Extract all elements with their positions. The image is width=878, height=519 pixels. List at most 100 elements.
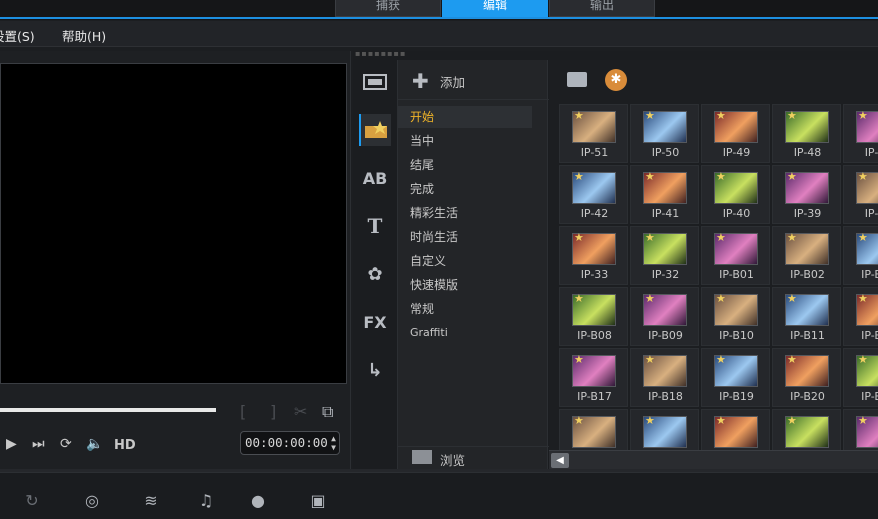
- star-icon: ★: [716, 231, 726, 244]
- template-thumbnail[interactable]: ★ IP-B17: [559, 348, 628, 407]
- record-capture-icon[interactable]: ◎: [80, 490, 104, 512]
- template-thumbnail[interactable]: ★ IP-38: [843, 165, 878, 224]
- template-label: IP-50: [651, 146, 680, 159]
- scrubber-track[interactable]: [0, 408, 216, 412]
- template-thumbnail[interactable]: ★ IP-B18: [630, 348, 699, 407]
- star-icon: ★: [716, 353, 726, 366]
- category-end[interactable]: 结尾: [398, 154, 532, 176]
- star-icon: ★: [645, 109, 655, 122]
- redo-icon[interactable]: ↻: [20, 490, 44, 512]
- tab-share[interactable]: 输出: [549, 0, 655, 17]
- accent-line: [0, 17, 878, 19]
- preview-screen: [0, 63, 347, 384]
- category-middle[interactable]: 当中: [398, 130, 532, 152]
- star-icon: ★: [787, 170, 797, 183]
- template-thumbnail[interactable]: ★ IP-B01: [701, 226, 770, 285]
- template-thumbnail[interactable]: ★ IP-B12: [843, 287, 878, 346]
- category-wonderful-life[interactable]: 精彩生活: [398, 202, 532, 224]
- play-icon[interactable]: ▶: [6, 436, 17, 452]
- template-thumbnail[interactable]: ★ IP-B21: [843, 348, 878, 407]
- menu-settings[interactable]: 设置(S): [0, 26, 35, 45]
- template-thumbnail[interactable]: ★ IP-B19: [701, 348, 770, 407]
- auto-music-icon[interactable]: ♫: [194, 490, 218, 512]
- filter-icon[interactable]: FX: [359, 306, 391, 338]
- browse-icon: [412, 450, 432, 464]
- template-thumbnail[interactable]: ★ IP-47: [843, 104, 878, 163]
- star-icon: ★: [858, 292, 868, 305]
- template-thumbnail[interactable]: ★ IP-B20: [772, 348, 841, 407]
- browse-button[interactable]: 浏览: [398, 446, 549, 468]
- template-thumbnail[interactable]: ★ IP-33: [559, 226, 628, 285]
- template-thumbnail[interactable]: ★ IP-42: [559, 165, 628, 224]
- star-icon: ★: [574, 231, 584, 244]
- tab-capture[interactable]: 捕获: [335, 0, 441, 17]
- volume-icon[interactable]: 🔈: [86, 436, 103, 452]
- import-icon[interactable]: ✱: [605, 69, 627, 91]
- star-icon: ★: [574, 170, 584, 183]
- timecode-value: 00:00:00:00: [245, 435, 328, 450]
- path-icon[interactable]: ↳: [359, 354, 391, 386]
- template-label: IP-B12: [861, 329, 878, 342]
- template-thumbnail[interactable]: ★ IP-B11: [772, 287, 841, 346]
- subtitle-editor-icon[interactable]: ▣: [306, 490, 330, 512]
- template-thumbnail[interactable]: ★ IP-32: [630, 226, 699, 285]
- repeat-icon[interactable]: ⟳: [60, 436, 72, 452]
- folder-icon[interactable]: [567, 72, 587, 87]
- template-label: IP-B21: [861, 390, 878, 403]
- category-fashion-life[interactable]: 时尚生活: [398, 226, 532, 248]
- scroll-left-icon[interactable]: ◀: [551, 453, 569, 468]
- add-category-button[interactable]: ✚ 添加: [398, 60, 549, 100]
- template-thumbnail[interactable]: ★ IP-B10: [701, 287, 770, 346]
- instant-project-icon[interactable]: [359, 114, 391, 146]
- template-thumbnail[interactable]: ★ IP-49: [701, 104, 770, 163]
- template-thumbnail[interactable]: ★ IP-51: [559, 104, 628, 163]
- graphics-icon[interactable]: ✿: [359, 258, 391, 290]
- hd-button[interactable]: HD: [114, 438, 136, 453]
- category-complete[interactable]: 完成: [398, 178, 532, 200]
- star-icon: ★: [787, 414, 797, 427]
- star-icon: ★: [574, 109, 584, 122]
- menu-bar: 设置(S) 帮助(H): [0, 21, 878, 47]
- thumbnail-grid: ✱ ★ IP-51 ★ IP-50 ★ IP-49 ★ IP-48 ★ IP-47 ★ IP-42 ★ I…: [549, 60, 878, 469]
- media-icon[interactable]: [359, 66, 391, 98]
- category-general[interactable]: 常规: [398, 298, 532, 320]
- template-thumbnail[interactable]: ★ IP-B03: [843, 226, 878, 285]
- star-icon: ★: [645, 170, 655, 183]
- title-icon[interactable]: T: [359, 210, 391, 242]
- template-thumbnail[interactable]: ★ IP-48: [772, 104, 841, 163]
- horizontal-scrollbar[interactable]: ◀: [549, 450, 878, 469]
- star-icon: ★: [858, 109, 868, 122]
- category-graffiti[interactable]: Graffiti: [398, 322, 532, 344]
- mark-out-icon[interactable]: ]: [270, 402, 276, 421]
- split-icon[interactable]: ✂: [294, 402, 307, 421]
- category-quick-template[interactable]: 快速模版: [398, 274, 532, 296]
- template-thumbnail[interactable]: ★ IP-41: [630, 165, 699, 224]
- timeline-toolbar: [0, 472, 878, 519]
- template-label: IP-47: [864, 146, 878, 159]
- browse-label: 浏览: [440, 453, 466, 468]
- template-thumbnail[interactable]: ★ IP-B09: [630, 287, 699, 346]
- template-thumbnail[interactable]: ★ IP-39: [772, 165, 841, 224]
- enlarge-icon[interactable]: ⧉: [322, 402, 333, 422]
- category-start[interactable]: 开始: [398, 106, 532, 128]
- template-thumbnail[interactable]: ★ IP-B02: [772, 226, 841, 285]
- template-thumbnail[interactable]: ★ IP-50: [630, 104, 699, 163]
- transition-icon[interactable]: AB: [359, 162, 391, 194]
- template-thumbnail[interactable]: ★ IP-40: [701, 165, 770, 224]
- star-icon: ★: [787, 109, 797, 122]
- motion-tracking-icon[interactable]: ●: [246, 490, 270, 512]
- menu-help[interactable]: 帮助(H): [62, 26, 106, 45]
- tab-edit[interactable]: 编辑: [442, 0, 548, 17]
- template-label: IP-51: [580, 146, 609, 159]
- grid-toolbar: ✱: [549, 60, 878, 100]
- template-label: IP-B17: [577, 390, 612, 403]
- timecode-stepper[interactable]: ▲ ▼: [331, 434, 336, 452]
- next-frame-icon[interactable]: ⏭: [32, 436, 45, 452]
- timecode-field[interactable]: 00:00:00:00 ▲ ▼: [240, 431, 340, 455]
- star-icon: ★: [645, 353, 655, 366]
- mark-in-icon[interactable]: [: [240, 402, 246, 421]
- category-custom[interactable]: 自定义: [398, 250, 532, 272]
- sound-mixer-icon[interactable]: ≋: [139, 490, 163, 512]
- panel-grip[interactable]: ▪▪▪▪▪▪▪▪: [355, 50, 415, 58]
- template-thumbnail[interactable]: ★ IP-B08: [559, 287, 628, 346]
